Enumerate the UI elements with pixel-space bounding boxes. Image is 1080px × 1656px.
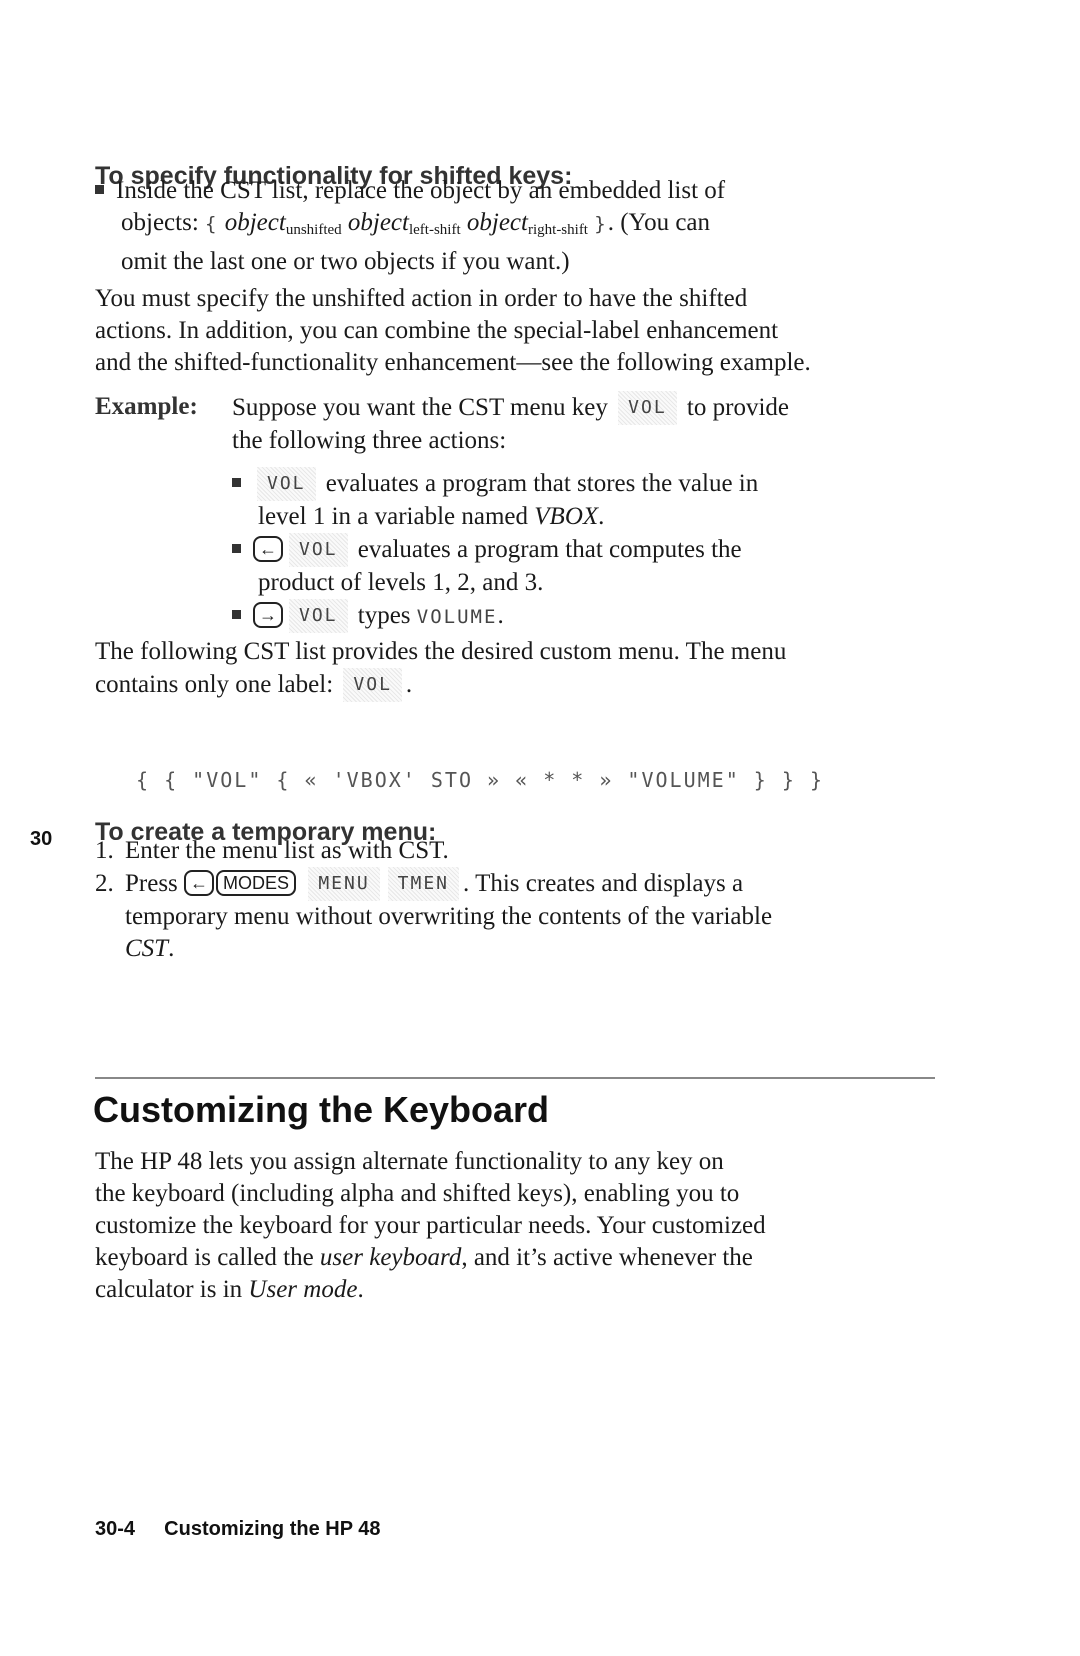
object-unshifted: objectunshifted	[224, 209, 342, 238]
bullet-text-line1: Inside the CST list, replace the object …	[116, 177, 726, 204]
modes-key: MODES	[216, 870, 297, 896]
action-item-left-shift: ← VOL evaluates a program that computes t…	[232, 533, 932, 599]
variable-cst: CST	[125, 935, 169, 962]
open-brace: {	[205, 213, 219, 235]
step-text-line2: temporary menu without overwriting the c…	[125, 903, 773, 930]
bullet-embedded-list: Inside the CST list, replace the object …	[95, 175, 915, 278]
softkey-tmen: TMEN	[387, 867, 460, 901]
step-text-suffix: . This creates and displays a	[463, 870, 744, 897]
example-line1-suffix: to provide	[686, 394, 789, 421]
bullet-text-line2-suffix: . (You can	[607, 209, 711, 236]
section-title-customizing-keyboard: Customizing the Keyboard	[93, 1089, 550, 1130]
term-user-keyboard: user keyboard	[319, 1244, 462, 1271]
bullet-text-line2-prefix: objects:	[121, 209, 199, 236]
action-item-unshifted: VOL evaluates a program that stores the …	[232, 467, 932, 533]
softkey-vol: VOL	[289, 599, 348, 633]
action-text-line2: product of levels 1, 2, and 3.	[258, 569, 544, 596]
bullet-icon	[232, 610, 241, 619]
period: .	[598, 503, 605, 530]
variable-vbox: VBOX	[534, 503, 599, 530]
left-shift-key-icon: ←	[184, 870, 215, 896]
kb-line3: customize the keyboard for your particul…	[95, 1212, 766, 1239]
step-number: 1.	[95, 837, 114, 864]
example-intro: Suppose you want the CST menu key VOL to…	[232, 391, 932, 457]
cst-code-listing: { { "VOL" { « 'VBOX' STO » « * * » "VOLU…	[136, 768, 825, 792]
close-brace: }	[594, 213, 608, 235]
term-user-mode: User mode	[248, 1276, 358, 1303]
kb-line5-prefix: calculator is in	[95, 1276, 243, 1303]
object-right-shift: objectright-shift	[466, 209, 588, 238]
para-line3: and the shifted-functionality enhancemen…	[95, 349, 811, 376]
para-line1: You must specify the unshifted action in…	[95, 285, 748, 312]
step-1: 1. Enter the menu list as with CST.	[95, 835, 955, 867]
step-2: 2. Press ← MODES MENU TMEN. This creates an…	[95, 867, 955, 901]
bullet-icon	[232, 478, 241, 487]
page-number: 30-4	[95, 1518, 136, 1540]
steps-list: 1. Enter the menu list as with CST. 2. Pre…	[95, 835, 955, 965]
softkey-menu: MENU	[308, 867, 380, 901]
object-left-shift: objectleft-shift	[347, 209, 461, 238]
action-text: types	[357, 602, 411, 629]
cst-line2-prefix: contains only one label:	[95, 671, 334, 698]
action-text: evaluates a program that stores the valu…	[325, 470, 759, 497]
period: .	[357, 1276, 364, 1303]
action-list: VOL evaluates a program that stores the …	[232, 467, 932, 633]
kb-line4-prefix: keyboard is called the	[95, 1244, 314, 1271]
example-line2: the following three actions:	[232, 427, 507, 454]
paragraph-cst-list: The following CST list provides the desi…	[95, 636, 955, 702]
left-shift-key-icon: ←	[253, 536, 283, 562]
bullet-icon	[232, 544, 241, 553]
action-item-right-shift: → VOL types VOLUME.	[232, 599, 932, 633]
cst-line1: The following CST list provides the desi…	[95, 638, 787, 665]
period: .	[168, 935, 175, 962]
lcd-text-volume: VOLUME	[416, 606, 498, 628]
period: .	[497, 602, 504, 629]
step-text: Press	[125, 870, 178, 897]
section-divider	[95, 1077, 935, 1079]
right-shift-key-icon: →	[253, 602, 283, 628]
step-number: 2.	[95, 870, 114, 897]
paragraph-keyboard: The HP 48 lets you assign alternate func…	[95, 1146, 955, 1306]
softkey-vol: VOL	[257, 467, 316, 501]
step-text: Enter the menu list as with CST.	[125, 837, 449, 864]
kb-line2: the keyboard (including alpha and shifte…	[95, 1180, 740, 1207]
bullet-icon	[95, 185, 104, 194]
period: .	[405, 671, 413, 698]
chapter-tab: 30	[30, 828, 53, 850]
kb-line4-suffix: , and it’s active whenever the	[461, 1244, 753, 1271]
softkey-vol: VOL	[618, 391, 677, 425]
kb-line1: The HP 48 lets you assign alternate func…	[95, 1148, 724, 1175]
page-footer: 30-4 Customizing the HP 48	[95, 1518, 380, 1541]
bullet-text-line3: omit the last one or two objects if you …	[121, 248, 570, 275]
paragraph-shifted-actions: You must specify the unshifted action in…	[95, 283, 955, 379]
softkey-vol: VOL	[289, 533, 348, 567]
chapter-title: Customizing the HP 48	[164, 1518, 381, 1540]
example-line1-prefix: Suppose you want the CST menu key	[232, 394, 608, 421]
example-label: Example:	[95, 393, 198, 420]
softkey-vol: VOL	[343, 668, 402, 702]
action-text-line2: level 1 in a variable named	[258, 503, 529, 530]
para-line2: actions. In addition, you can combine th…	[95, 317, 779, 344]
action-text: evaluates a program that computes the	[357, 536, 742, 563]
